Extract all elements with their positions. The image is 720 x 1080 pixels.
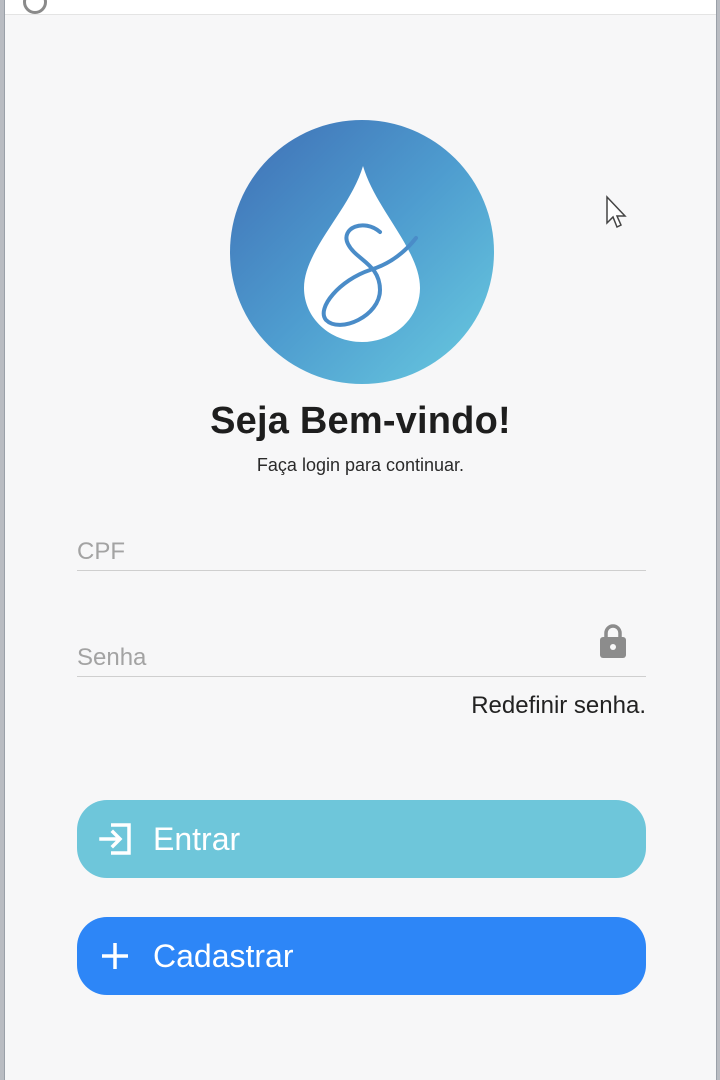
water-drop-icon bbox=[304, 166, 420, 342]
reset-password-link[interactable]: Redefinir senha. bbox=[471, 692, 646, 720]
cpf-input[interactable] bbox=[77, 536, 646, 568]
cadastrar-label: Cadastrar bbox=[153, 937, 294, 974]
app-window: Seja Bem-vindo! Faça login para continua… bbox=[4, 0, 717, 1080]
senha-field-container bbox=[77, 624, 646, 677]
welcome-subtitle: Faça login para continuar. bbox=[256, 455, 465, 475]
login-icon bbox=[99, 823, 131, 855]
app-icon bbox=[23, 0, 47, 14]
title-bar bbox=[5, 0, 716, 15]
cpf-field-container bbox=[77, 536, 646, 571]
entrar-button[interactable]: Entrar bbox=[77, 800, 646, 878]
plus-icon bbox=[102, 943, 128, 969]
senha-input[interactable] bbox=[77, 642, 646, 674]
mouse-cursor-icon bbox=[606, 195, 627, 229]
entrar-label: Entrar bbox=[153, 820, 241, 857]
welcome-title: Seja Bem-vindo! bbox=[210, 400, 511, 442]
lock-icon[interactable] bbox=[598, 622, 628, 660]
cadastrar-button[interactable]: Cadastrar bbox=[77, 917, 646, 995]
water-drop-logo bbox=[230, 120, 494, 384]
